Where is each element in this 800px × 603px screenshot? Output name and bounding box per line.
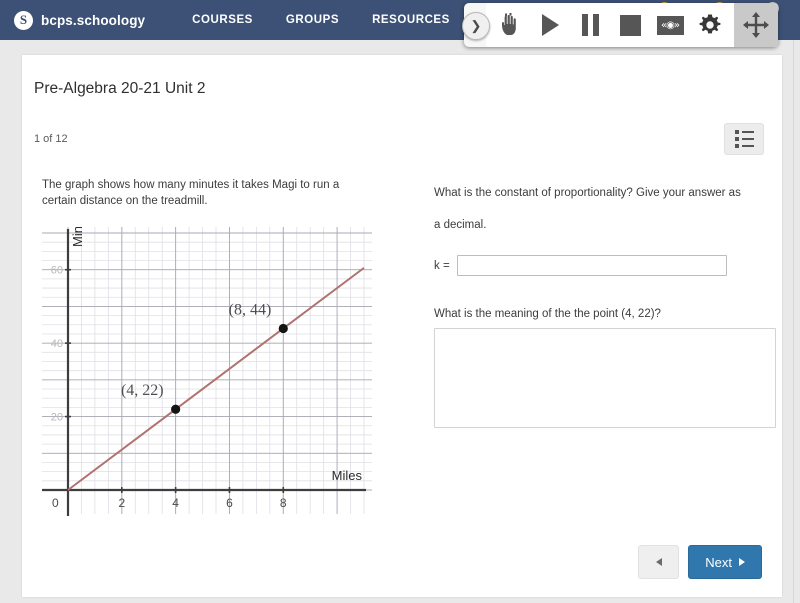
x-tick-label: 4	[172, 496, 179, 510]
visibility-eye-icon[interactable]: «◉»	[650, 5, 690, 45]
x-tick-label: 2	[118, 496, 125, 510]
hand-cursor-icon[interactable]	[490, 5, 530, 45]
previous-question-button[interactable]	[638, 545, 680, 579]
move-handle-icon[interactable]	[734, 3, 778, 47]
y-tick-label: 60	[51, 265, 63, 277]
question-prompt: The graph shows how many minutes it take…	[42, 179, 340, 207]
assessment-card: Pre-Algebra 20-21 Unit 2 1 of 12 The gra…	[22, 55, 782, 597]
chevron-left-icon	[655, 558, 662, 566]
question-2-text: What is the meaning of the the point (4,…	[434, 308, 661, 320]
stop-icon[interactable]	[610, 5, 650, 45]
k-label: k =	[434, 259, 450, 272]
chevron-right-icon	[739, 558, 745, 566]
page-scroll-edge	[793, 40, 794, 603]
next-button-label: Next	[705, 554, 732, 570]
hand-cursor-glyph	[502, 13, 516, 35]
schoology-logo-icon: S	[14, 10, 33, 30]
expand-chevron-icon[interactable]: ❯	[462, 12, 490, 40]
play-triangle	[541, 14, 559, 36]
play-icon[interactable]	[530, 5, 570, 45]
accessibility-toolbar[interactable]: ❯ «◉»	[462, 3, 778, 47]
question-1-line-2: a decimal.	[434, 219, 487, 231]
y-axis-label: Minutes	[70, 227, 85, 247]
question-1-text: What is the constant of proportionality?…	[434, 177, 779, 241]
x-tick-label: 8	[280, 496, 287, 510]
pause-icon[interactable]	[570, 5, 610, 45]
question-left-column: The graph shows how many minutes it take…	[42, 177, 402, 522]
nav-item-resources[interactable]: RESOURCES	[372, 14, 450, 26]
question-list-button[interactable]	[724, 123, 764, 155]
graph-svg: 20 40 60 2 4 6 8 0 Miles Minutes (4, 22) (8, 44)	[42, 201, 372, 516]
x-tick-label: 6	[226, 496, 233, 510]
brand-name: bcps.schoology	[41, 12, 146, 28]
origin-label: 0	[52, 496, 59, 510]
question-right-column: What is the constant of proportionality?…	[434, 177, 779, 433]
question-progress: 1 of 12	[34, 133, 68, 145]
toolbar-buttons: «◉»	[486, 3, 734, 47]
data-point-2	[278, 323, 288, 334]
pause-bars	[581, 14, 599, 36]
nav-item-groups[interactable]: GROUPS	[286, 14, 339, 26]
proportionality-graph: 20 40 60 2 4 6 8 0 Miles Minutes (4, 22) (8, 44)	[42, 201, 372, 522]
data-point-label-2: (8, 44)	[229, 301, 272, 318]
data-point-1	[171, 404, 181, 414]
brand[interactable]: S bcps.schoology	[14, 10, 146, 30]
data-point-label-1: (4, 22)	[121, 382, 164, 399]
four-arrow-glyph	[743, 12, 769, 38]
y-tick-label: 40	[51, 338, 63, 350]
x-axis-label: Miles	[332, 468, 363, 483]
question-2-answer-textarea[interactable]	[434, 328, 776, 428]
settings-gear-icon[interactable]	[690, 5, 730, 45]
y-tick-label: 20	[51, 412, 63, 424]
k-input[interactable]	[456, 255, 727, 276]
gear-glyph	[699, 14, 721, 34]
page-title: Pre-Algebra 20-21 Unit 2	[34, 80, 206, 97]
next-question-button[interactable]: Next	[688, 545, 762, 579]
navigation-buttons: Next	[638, 545, 762, 579]
question-1-line-1: What is the constant of proportionality?…	[434, 187, 741, 199]
nav-item-courses[interactable]: COURSES	[192, 14, 253, 26]
eye-glyph: «◉»	[656, 15, 684, 35]
stop-square	[619, 14, 641, 36]
k-answer-row: k =	[434, 255, 779, 276]
list-icon	[734, 130, 754, 148]
